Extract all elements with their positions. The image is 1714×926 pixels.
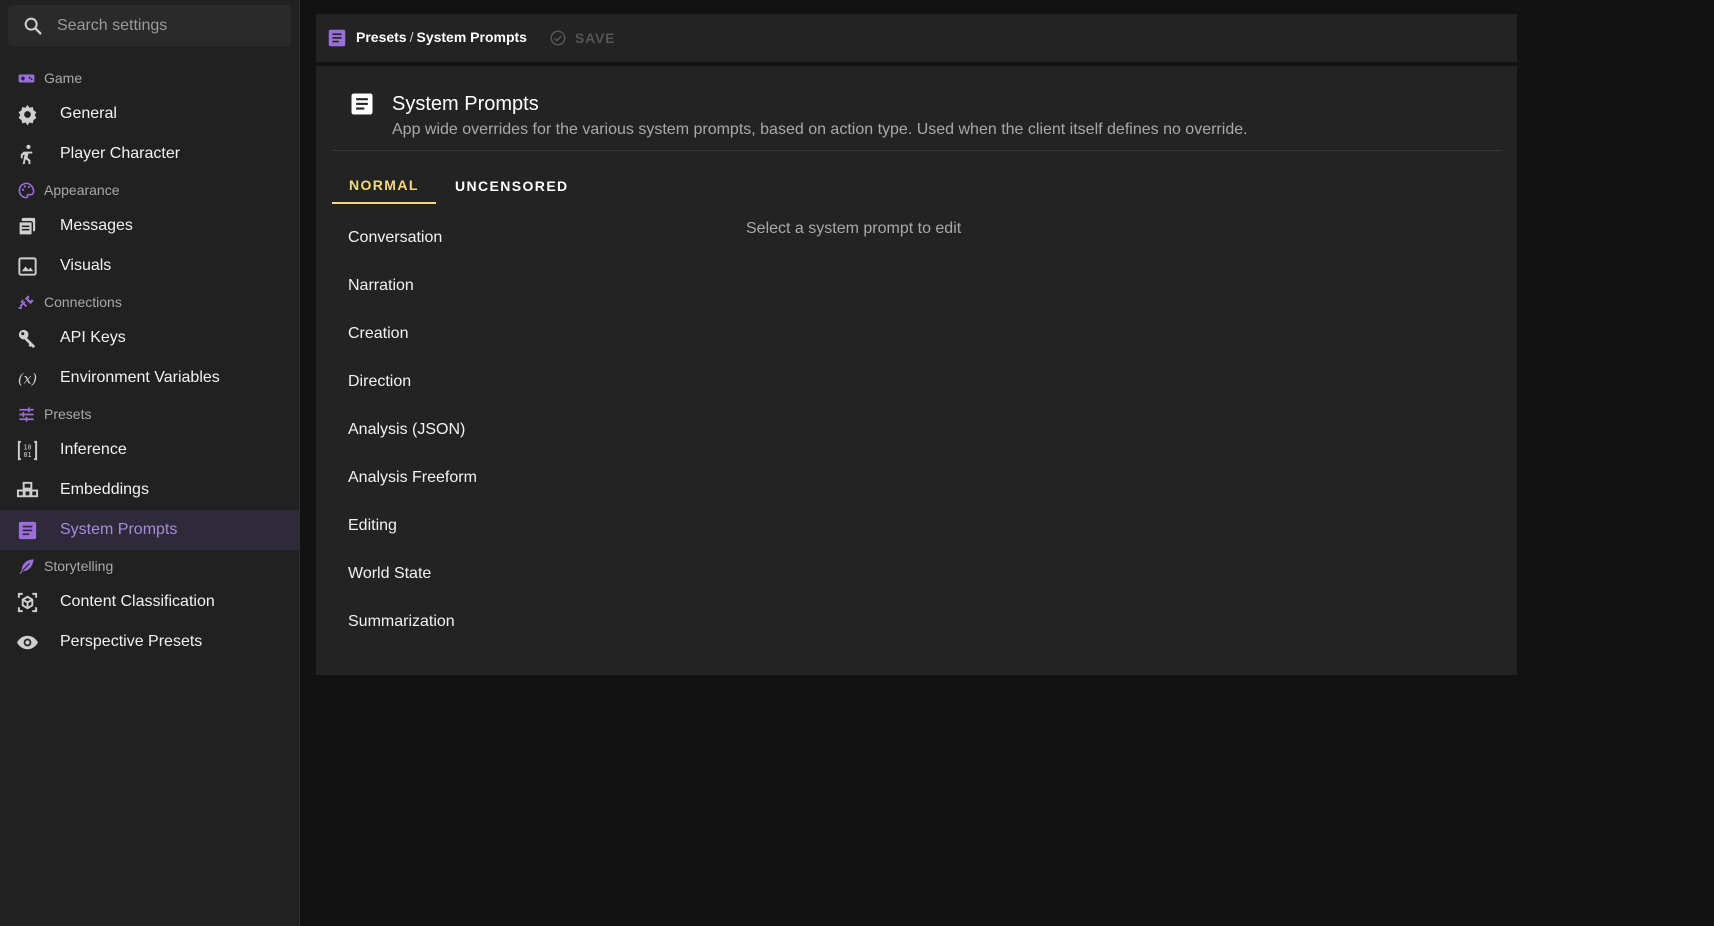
sidebar-item-label: Player Character xyxy=(60,145,181,162)
list-item-label: Editing xyxy=(348,517,397,534)
settings-app: Game General Player Character Appearance xyxy=(0,0,1714,926)
sidebar-item-embeddings[interactable]: Embeddings xyxy=(0,470,299,510)
person-icon xyxy=(16,143,39,166)
list-item[interactable]: Editing xyxy=(332,502,692,550)
sidebar-item-perspective-presets[interactable]: Perspective Presets xyxy=(0,622,299,662)
sidebar-item-player-character[interactable]: Player Character xyxy=(0,134,299,174)
sidebar-header-presets: Presets xyxy=(0,399,299,429)
page-subtitle: App wide overrides for the various syste… xyxy=(392,121,1248,138)
sidebar-item-label: Visuals xyxy=(60,257,112,274)
tab-normal[interactable]: NORMAL xyxy=(332,168,436,204)
sidebar-item-label: System Prompts xyxy=(60,521,178,538)
messages-icon xyxy=(16,215,39,238)
sidebar-header-label: Game xyxy=(44,70,83,86)
list-item-label: Analysis Freeform xyxy=(348,469,477,486)
document-icon xyxy=(348,90,376,118)
sidebar-item-messages[interactable]: Messages xyxy=(0,206,299,246)
key-icon xyxy=(16,327,39,350)
empty-state-message: Select a system prompt to edit xyxy=(746,220,962,237)
panel-header: System Prompts App wide overrides for th… xyxy=(316,66,1517,151)
check-circle-icon xyxy=(549,29,567,47)
document-icon xyxy=(326,27,348,49)
sidebar-header-appearance: Appearance xyxy=(0,175,299,205)
gear-icon xyxy=(16,103,39,126)
system-prompts-panel: System Prompts App wide overrides for th… xyxy=(316,66,1517,675)
list-item-label: Direction xyxy=(348,373,412,390)
list-item-label: Narration xyxy=(348,277,414,294)
list-item-label: World State xyxy=(348,565,432,582)
palette-icon xyxy=(17,181,36,200)
svg-text:(x): (x) xyxy=(18,371,37,387)
list-item[interactable]: Narration xyxy=(332,262,692,310)
sidebar-item-environment-variables[interactable]: (x) Environment Variables xyxy=(0,358,299,398)
sidebar-item-visuals[interactable]: Visuals xyxy=(0,246,299,286)
variable-icon: (x) xyxy=(16,367,39,390)
sidebar-header-label: Storytelling xyxy=(44,558,114,574)
list-item[interactable]: Analysis (JSON) xyxy=(332,406,692,454)
sidebar-item-system-prompts[interactable]: System Prompts xyxy=(0,510,299,550)
divider xyxy=(332,150,1501,151)
search-icon xyxy=(22,15,44,37)
sidebar-item-label: Embeddings xyxy=(60,481,149,498)
cube-scan-icon xyxy=(16,591,39,614)
toolbar: Presets / System Prompts SAVE xyxy=(316,14,1517,62)
search-box[interactable] xyxy=(8,5,291,46)
plug-icon xyxy=(17,293,36,312)
breadcrumb-separator: / xyxy=(409,29,414,45)
tab-label: NORMAL xyxy=(349,177,419,193)
sidebar-item-label: Content Classification xyxy=(60,593,215,610)
feather-icon xyxy=(17,557,36,576)
image-icon xyxy=(16,255,39,278)
eye-icon xyxy=(16,631,39,654)
list-item[interactable]: Analysis Freeform xyxy=(332,454,692,502)
breadcrumb: Presets / System Prompts xyxy=(356,29,527,45)
sidebar-item-label: Environment Variables xyxy=(60,369,220,386)
list-item[interactable]: Summarization xyxy=(332,598,692,646)
list-item[interactable]: Creation xyxy=(332,310,692,358)
sidebar-item-api-keys[interactable]: API Keys xyxy=(0,318,299,358)
tune-icon xyxy=(17,405,36,424)
svg-text:01: 01 xyxy=(23,451,31,459)
sidebar-header-label: Presets xyxy=(44,406,92,422)
gamepad-icon xyxy=(17,69,36,88)
sidebar-header-storytelling: Storytelling xyxy=(0,551,299,581)
sidebar-header-label: Connections xyxy=(44,294,122,310)
blocks-icon xyxy=(16,479,39,502)
list-item-label: Analysis (JSON) xyxy=(348,421,466,438)
sidebar-item-inference[interactable]: 10 01 Inference xyxy=(0,430,299,470)
sidebar-item-general[interactable]: General xyxy=(0,94,299,134)
sidebar-item-label: API Keys xyxy=(60,329,126,346)
search-input[interactable] xyxy=(57,5,282,46)
breadcrumb-current: System Prompts xyxy=(416,29,527,45)
page-title: System Prompts xyxy=(392,93,539,115)
sidebar-item-label: General xyxy=(60,105,117,122)
tab-uncensored[interactable]: UNCENSORED xyxy=(438,168,586,204)
sidebar-item-label: Inference xyxy=(60,441,127,458)
sidebar-item-label: Perspective Presets xyxy=(60,633,203,650)
list-item[interactable]: Conversation xyxy=(332,214,692,262)
sidebar-header-label: Appearance xyxy=(44,182,120,198)
binary-icon: 10 01 xyxy=(16,439,39,462)
breadcrumb-parent[interactable]: Presets xyxy=(356,29,407,45)
sidebar-item-content-classification[interactable]: Content Classification xyxy=(0,582,299,622)
sidebar-item-label: Messages xyxy=(60,217,133,234)
save-button[interactable]: SAVE xyxy=(549,26,615,50)
sidebar-header-connections: Connections xyxy=(0,287,299,317)
list-item-label: Conversation xyxy=(348,229,443,246)
sidebar: Game General Player Character Appearance xyxy=(0,0,300,926)
tab-label: UNCENSORED xyxy=(455,178,569,194)
document-icon xyxy=(16,519,39,542)
sidebar-header-game: Game xyxy=(0,63,299,93)
save-label: SAVE xyxy=(575,30,616,46)
list-item-label: Creation xyxy=(348,325,409,342)
list-item[interactable]: World State xyxy=(332,550,692,598)
list-item-label: Summarization xyxy=(348,613,455,630)
list-item[interactable]: Direction xyxy=(332,358,692,406)
